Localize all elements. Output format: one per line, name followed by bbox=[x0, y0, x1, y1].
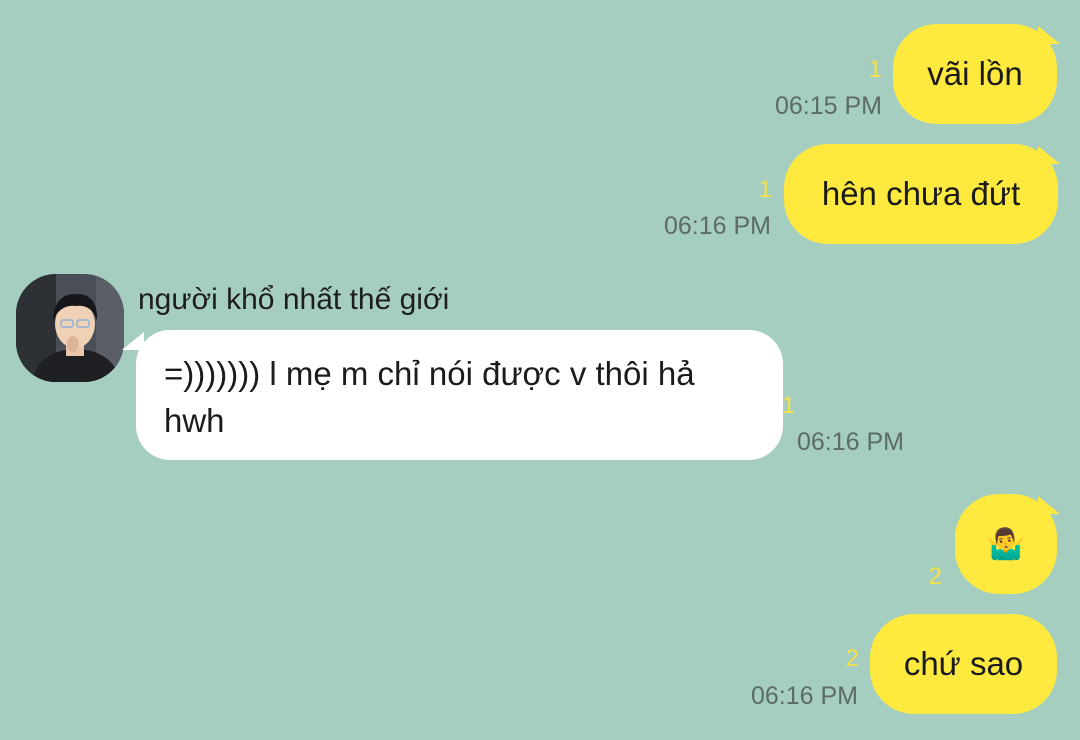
incoming-message-bubble[interactable]: =))))))) l mẹ m chỉ nói được v thôi hả h… bbox=[136, 330, 783, 460]
unread-count: 1 bbox=[868, 56, 882, 83]
message-timestamp: 06:15 PM bbox=[774, 92, 882, 120]
unread-count: 2 bbox=[928, 563, 942, 590]
avatar[interactable] bbox=[16, 274, 124, 382]
message-timestamp: 06:16 PM bbox=[797, 428, 905, 456]
outgoing-message-bubble[interactable]: hên chưa đứt bbox=[784, 144, 1058, 244]
unread-count: 1 bbox=[782, 392, 796, 419]
message-text: vãi lồn bbox=[927, 55, 1023, 92]
man-shrugging-emoji-icon: 🤷‍♂️ bbox=[987, 526, 1025, 562]
profile-photo-icon bbox=[16, 274, 124, 382]
outgoing-message-bubble[interactable]: chứ sao bbox=[870, 614, 1057, 714]
unread-count: 1 bbox=[758, 176, 772, 203]
sender-name: người khổ nhất thế giới bbox=[138, 283, 450, 316]
unread-count: 2 bbox=[845, 645, 859, 672]
message-text: chứ sao bbox=[903, 645, 1024, 682]
outgoing-message-bubble[interactable]: 🤷‍♂️ bbox=[955, 494, 1057, 594]
message-text: hên chưa đứt bbox=[821, 175, 1021, 212]
outgoing-message-bubble[interactable]: vãi lồn bbox=[893, 24, 1057, 124]
message-text: =))))))) l mẹ m chỉ nói được v thôi hả h… bbox=[164, 355, 695, 439]
message-timestamp: 06:16 PM bbox=[750, 682, 858, 710]
message-timestamp: 06:16 PM bbox=[663, 212, 771, 240]
